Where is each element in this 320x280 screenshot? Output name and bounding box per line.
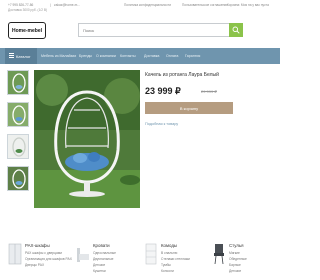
add-to-cart-button[interactable]: В корзину	[145, 102, 233, 114]
dresser-icon	[145, 243, 157, 265]
category-sub-link[interactable]: Стелажи стеллажи	[161, 257, 190, 261]
email-link[interactable]: zakaz@home-m...	[54, 3, 80, 7]
wardrobe-icon	[8, 243, 22, 265]
category-sub-link[interactable]: Обеденные	[229, 257, 247, 261]
nav-item-contacts[interactable]: Контакты	[120, 54, 136, 58]
category-sub-link[interactable]: Детские	[229, 269, 241, 273]
category-sub-link[interactable]: Односпальные	[93, 251, 116, 255]
thumbnail-4[interactable]	[7, 166, 29, 191]
thumbnail-1[interactable]	[7, 70, 29, 95]
chair-icon	[214, 244, 224, 265]
search-button[interactable]	[229, 23, 243, 37]
category-sub-link[interactable]: В спальню	[161, 251, 177, 255]
product-title: Качель из ротанга Лаура Белый	[145, 72, 219, 78]
category-sub-link[interactable]: Детские	[93, 263, 105, 267]
category-sub-link[interactable]: Мягкие	[229, 251, 240, 255]
main-nav: Каталог Мебель из Малайзии Бренды О комп…	[0, 48, 280, 64]
favorite-link[interactable]: Подобная к товару	[145, 122, 178, 126]
category-name: PAX-шкафы	[25, 243, 50, 248]
bed-icon	[77, 248, 89, 262]
cart-summary-link[interactable]: Корзина: Моя на у вас пуста	[227, 3, 269, 7]
category-sub-link[interactable]: Кушетки	[93, 269, 106, 273]
product-price: 23 999 ₽	[145, 86, 181, 96]
thumbnail-2[interactable]	[7, 102, 29, 127]
nav-item-malaysia[interactable]: Мебель из Малайзии	[41, 54, 76, 58]
site-logo[interactable]: Home-mebel	[8, 22, 46, 39]
category-sub-link[interactable]: Консоли	[161, 269, 174, 273]
catalog-label: Каталог	[16, 53, 31, 59]
category-name: Кровати	[93, 243, 110, 248]
site-header: Home-mebel	[0, 14, 280, 48]
category-strip: PAX-шкафы PAX шкафы с дверцами Организац…	[0, 240, 280, 280]
product-old-price: 29 999 ₽	[201, 89, 217, 94]
burger-menu-icon	[9, 53, 14, 58]
nav-item-payment[interactable]: Оплата	[166, 54, 178, 58]
category-sub-link[interactable]: Барные	[229, 263, 241, 267]
nav-item-warranty[interactable]: Гарантия	[185, 54, 200, 58]
category-sub-link[interactable]: Организация для шкафов PAX	[25, 257, 72, 261]
search-icon	[232, 26, 240, 34]
category-sub-link[interactable]: Двуспальные	[93, 257, 113, 261]
top-separator: |	[50, 3, 51, 7]
top-bar: +7 995 826-77-86 | zakaz@home-m... Доста…	[0, 0, 280, 14]
privacy-link[interactable]: Политика конфиденциальности	[124, 3, 171, 7]
nav-item-delivery[interactable]: Доставка	[144, 54, 159, 58]
category-sub-link[interactable]: Дверцы PAX	[25, 263, 44, 267]
category-sub-link[interactable]: PAX шкафы с дверцами	[25, 251, 62, 255]
search-input[interactable]	[78, 23, 230, 37]
category-name: Стулья	[229, 243, 244, 248]
category-sub-link[interactable]: Тумбы	[161, 263, 171, 267]
agreement-link[interactable]: Пользовательское соглашение	[182, 3, 228, 7]
catalog-button[interactable]: Каталог	[5, 48, 37, 64]
delivery-note: Доставка 3000 руб. (1/2 В)	[8, 8, 48, 12]
nav-item-about[interactable]: О компании	[96, 54, 116, 58]
thumbnail-3[interactable]	[7, 134, 29, 159]
category-name: Комоды	[161, 243, 178, 248]
product-main-image[interactable]	[34, 70, 140, 208]
nav-item-brands[interactable]: Бренды	[79, 54, 92, 58]
phone-link[interactable]: +7 995 826-77-86	[8, 3, 33, 7]
